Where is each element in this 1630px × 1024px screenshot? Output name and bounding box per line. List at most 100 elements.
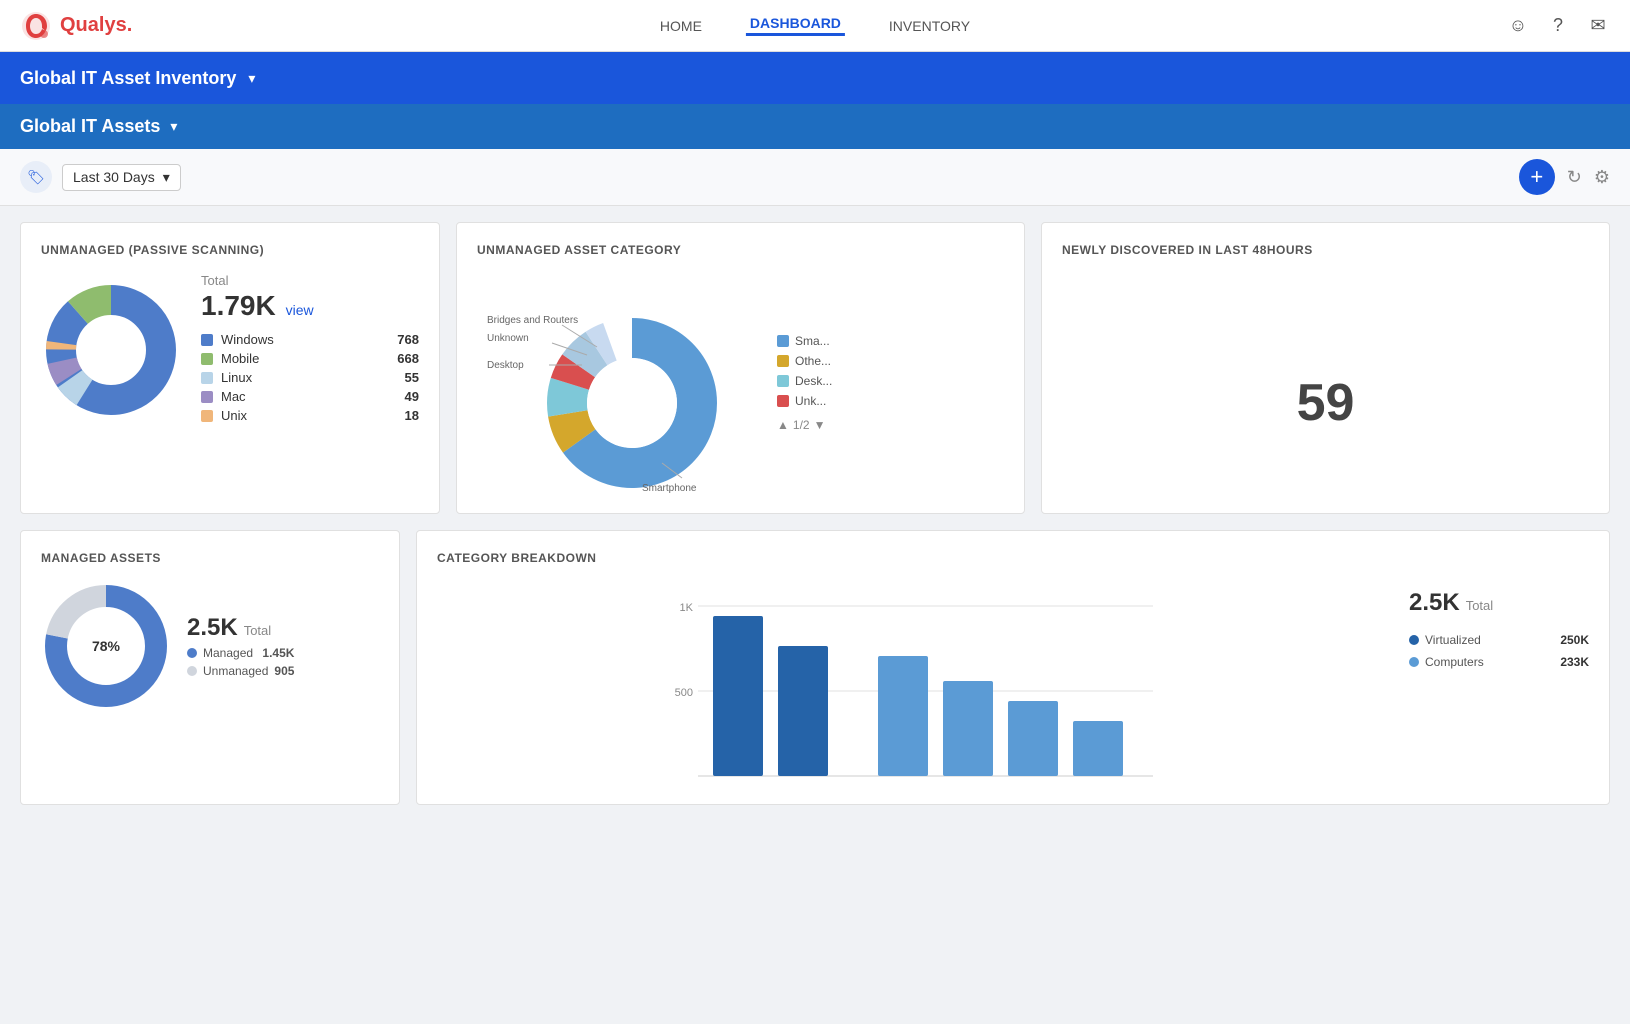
card-unmanaged-title: UNMANAGED (PASSIVE SCANNING) [41, 243, 419, 257]
card-newly-discovered: NEWLY DISCOVERED IN LAST 48HOURS 59 [1041, 222, 1610, 514]
user-icon[interactable]: ☺ [1506, 14, 1530, 38]
category-donut-area: Bridges and Routers Unknown Desktop Smar… [477, 273, 757, 493]
qualys-logo-icon [20, 10, 52, 42]
settings-btn[interactable]: ⚙ [1594, 167, 1610, 188]
card-managed-assets: MANAGED ASSETS 78% 2.5K Total [20, 530, 400, 805]
page-title-chevron[interactable]: ▾ [170, 118, 177, 135]
windows-label: Windows [221, 332, 389, 347]
unmanaged-inner: Total 1.79K view Windows 768 Mob [41, 273, 419, 427]
category-inner: Bridges and Routers Unknown Desktop Smar… [477, 273, 1004, 493]
linux-dot [201, 372, 213, 384]
legend-item-linux: Linux 55 [201, 370, 419, 385]
view-link[interactable]: view [286, 302, 314, 318]
computers-label: Computers [1425, 655, 1554, 669]
nav-inventory[interactable]: INVENTORY [885, 18, 974, 34]
page-title: Global IT Assets [20, 116, 160, 137]
date-filter-label: Last 30 Days [73, 169, 155, 185]
breakdown-total-num: 2.5K [1409, 589, 1460, 617]
cat-legend-desk: Desk... [777, 374, 832, 388]
app-title: Global IT Asset Inventory [20, 68, 236, 89]
desk-label: Desk... [795, 374, 832, 388]
pagination-row: ▲ 1/2 ▼ [777, 418, 832, 432]
managed-stat-label: Managed [203, 646, 253, 660]
card-managed-title: MANAGED ASSETS [41, 551, 379, 565]
managed-dot [187, 648, 197, 658]
mac-value: 49 [405, 389, 419, 404]
unix-label: Unix [221, 408, 397, 423]
unmanaged-dot-stat [187, 666, 197, 676]
virtualized-value: 250K [1560, 633, 1589, 647]
top-nav: Qualys. HOME DASHBOARD INVENTORY ☺ ? ✉ [0, 0, 1630, 52]
nav-dashboard[interactable]: DASHBOARD [746, 15, 845, 36]
svg-text:Unknown: Unknown [487, 333, 529, 344]
svg-text:1K: 1K [680, 602, 694, 614]
unix-dot [201, 410, 213, 422]
computers-value: 233K [1560, 655, 1589, 669]
card-breakdown-title: CATEGORY BREAKDOWN [437, 551, 1589, 565]
pagination-up[interactable]: ▲ [777, 418, 789, 432]
linux-value: 55 [405, 370, 419, 385]
mail-icon[interactable]: ✉ [1586, 14, 1610, 38]
legend-item-mac: Mac 49 [201, 389, 419, 404]
logo-area: Qualys. [20, 10, 132, 42]
unk-dot [777, 395, 789, 407]
bar-chart-area: 1K 500 [437, 581, 1389, 784]
main-nav: HOME DASHBOARD INVENTORY [656, 15, 974, 36]
computers-dot [1409, 657, 1419, 667]
virtualized-label: Virtualized [1425, 633, 1554, 647]
pagination-down[interactable]: ▼ [814, 418, 826, 432]
managed-inner: 78% 2.5K Total Managed 1.45K U [41, 581, 379, 711]
filter-actions: + ↻ ⚙ [1519, 159, 1610, 195]
sma-label: Sma... [795, 334, 830, 348]
unk-label: Unk... [795, 394, 826, 408]
managed-donut: 78% [41, 581, 171, 711]
unix-value: 18 [405, 408, 419, 423]
windows-dot [201, 334, 213, 346]
svg-text:500: 500 [675, 687, 693, 699]
app-title-dropdown[interactable]: ▾ [248, 70, 255, 87]
legend-item-windows: Windows 768 [201, 332, 419, 347]
app-title-bar: Global IT Asset Inventory ▾ [0, 52, 1630, 104]
othe-dot [777, 355, 789, 367]
svg-text:Bridges and Routers: Bridges and Routers [487, 315, 578, 326]
othe-label: Othe... [795, 354, 831, 368]
cat-legend-unk: Unk... [777, 394, 832, 408]
top-card-row: UNMANAGED (PASSIVE SCANNING) [20, 222, 1610, 514]
breakdown-total-row: 2.5K Total [1409, 589, 1589, 617]
unmanaged-legend: Total 1.79K view Windows 768 Mob [201, 273, 419, 427]
category-legend: Sma... Othe... Desk... Unk... [777, 334, 832, 432]
newly-discovered-value: 59 [1062, 333, 1589, 433]
date-filter-dropdown[interactable]: Last 30 Days ▾ [62, 164, 181, 191]
refresh-btn[interactable]: ↻ [1567, 167, 1582, 188]
total-label: Total [201, 273, 419, 288]
unmanaged-donut [41, 280, 181, 420]
nav-right: ☺ ? ✉ [1506, 14, 1610, 38]
managed-total-num: 2.5K [187, 614, 238, 642]
legend-item-unix: Unix 18 [201, 408, 419, 423]
help-icon[interactable]: ? [1546, 14, 1570, 38]
card-unmanaged: UNMANAGED (PASSIVE SCANNING) [20, 222, 440, 514]
sma-dot [777, 335, 789, 347]
managed-stat-value: 1.45K [262, 646, 294, 660]
add-widget-btn[interactable]: + [1519, 159, 1555, 195]
card-discovered-title: NEWLY DISCOVERED IN LAST 48HOURS [1062, 243, 1313, 257]
card-category-title: UNMANAGED ASSET CATEGORY [477, 243, 1004, 257]
card-asset-category: UNMANAGED ASSET CATEGORY [456, 222, 1025, 514]
breakdown-total-label: Total [1466, 598, 1493, 613]
page-header: Global IT Assets ▾ [0, 104, 1630, 149]
breakdown-stat-computers: Computers 233K [1409, 655, 1589, 669]
tag-filter-btn[interactable]: 🏷 [20, 161, 52, 193]
nav-home[interactable]: HOME [656, 18, 706, 34]
managed-total-row: 2.5K Total [187, 614, 294, 642]
mobile-label: Mobile [221, 351, 389, 366]
managed-stats: 2.5K Total Managed 1.45K Unmanaged 905 [187, 614, 294, 678]
cat-legend-sma: Sma... [777, 334, 832, 348]
managed-total-label: Total [244, 623, 271, 638]
svg-text:Smartphone: Smartphone [642, 483, 697, 493]
filter-bar: 🏷 Last 30 Days ▾ + ↻ ⚙ [0, 149, 1630, 206]
managed-stat-unmanaged: Unmanaged 905 [187, 664, 294, 678]
unmanaged-stat-label: Unmanaged [203, 664, 268, 678]
breakdown-inner: 1K 500 [437, 581, 1589, 784]
mac-dot [201, 391, 213, 403]
managed-stat-managed: Managed 1.45K [187, 646, 294, 660]
